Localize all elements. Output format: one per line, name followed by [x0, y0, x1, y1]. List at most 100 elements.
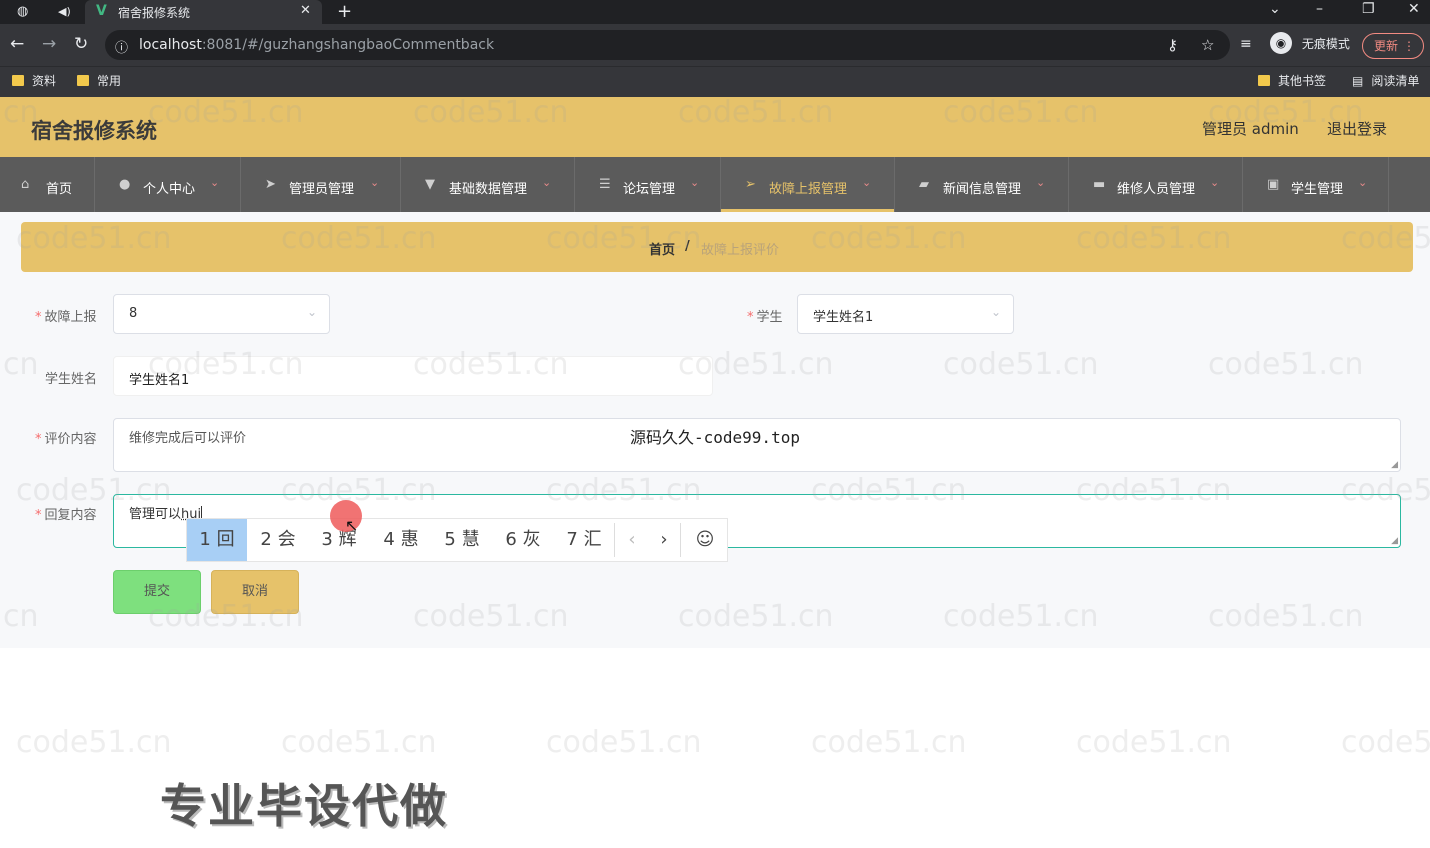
breadcrumb-home[interactable]: 首页: [649, 239, 675, 258]
resize-handle-icon[interactable]: ◢: [1391, 460, 1398, 470]
ime-candidate[interactable]: 4 惠: [371, 519, 431, 561]
incognito-label: 无痕模式: [1301, 36, 1350, 51]
ime-divider: [614, 523, 615, 557]
reading-list-icon: ▤: [1352, 74, 1364, 88]
ime-prev-icon[interactable]: ‹: [617, 519, 647, 561]
ime-candidate[interactable]: 7 汇: [554, 519, 614, 561]
browser-tab[interactable]: V 宿舍报修系统 ✕: [85, 0, 322, 24]
other-bookmarks[interactable]: 其他书签: [1258, 72, 1326, 89]
menu-item-admin[interactable]: ➤ 管理员管理 ⌄: [241, 157, 401, 212]
update-label: 更新: [1374, 39, 1399, 53]
watermark-text: code51.cn: [811, 725, 967, 760]
caret-down-icon: ⌄: [1210, 176, 1220, 189]
ime-candidate[interactable]: 5 慧: [432, 519, 492, 561]
chevron-down-icon: ⌄: [990, 305, 1001, 319]
bookmark-folder[interactable]: 资料: [12, 72, 56, 89]
folder-icon: [1258, 75, 1270, 86]
ime-candidate[interactable]: 6 灰: [493, 519, 553, 561]
caret-down-icon: ⌄: [862, 176, 872, 189]
cancel-button[interactable]: 取消: [211, 570, 299, 614]
caret-down-icon: ⌄: [210, 176, 220, 189]
ime-divider: [680, 523, 681, 557]
reading-list-icon[interactable]: ≡: [1240, 35, 1252, 53]
menu-label: 学生管理: [1291, 182, 1344, 197]
trophy-icon: ▼: [425, 177, 435, 192]
resize-handle-icon[interactable]: ◢: [1391, 536, 1398, 546]
bookmark-folder[interactable]: 常用: [77, 72, 121, 89]
url-box[interactable]: ⓘ localhost:8081/#/guzhangshangbaoCommen…: [105, 30, 1230, 60]
close-window-icon[interactable]: ✕: [1408, 1, 1420, 17]
caret-down-icon: ⌄: [542, 176, 552, 189]
chevron-down-icon[interactable]: ⌄: [1269, 1, 1281, 17]
promo-text: 专业毕设代做: [160, 779, 448, 833]
menu-item-forum[interactable]: ☰ 论坛管理 ⌄: [575, 157, 721, 212]
menu-label: 个人中心: [143, 182, 196, 197]
menu-item-repair-staff[interactable]: ▬ 维修人员管理 ⌄: [1069, 157, 1243, 212]
emoji-icon[interactable]: ☺: [683, 519, 727, 561]
globe-icon[interactable]: ◍: [17, 4, 28, 20]
menu-label: 首页: [46, 182, 73, 197]
key-icon[interactable]: ⚷: [1167, 36, 1178, 54]
menu-item-home[interactable]: ⌂ 首页: [0, 157, 95, 212]
comment-value: 维修完成后可以评价: [129, 431, 247, 446]
logout-link[interactable]: 退出登录: [1327, 118, 1387, 139]
incognito-badge[interactable]: ◉ 无痕模式: [1270, 32, 1350, 56]
wallet-icon: ▰: [919, 177, 929, 192]
watermark-text: code51.cn: [546, 725, 702, 760]
ime-next-icon[interactable]: ›: [649, 519, 679, 561]
watermark-text: code51.cn: [1076, 725, 1232, 760]
new-tab-icon[interactable]: +: [337, 1, 352, 22]
vue-logo-icon: V: [96, 3, 107, 19]
reload-icon[interactable]: ↻: [74, 35, 88, 53]
fault-select[interactable]: 8 ⌄: [113, 294, 330, 334]
update-button[interactable]: 更新 ⋮: [1362, 33, 1424, 59]
ime-candidate[interactable]: 1 回: [187, 519, 247, 561]
caret-down-icon: ⌄: [690, 176, 700, 189]
student-name-field[interactable]: 学生姓名1: [113, 356, 713, 396]
menu-item-basic-data[interactable]: ▼ 基础数据管理 ⌄: [401, 157, 575, 212]
navigation-icon: ➢: [745, 177, 756, 192]
restore-icon[interactable]: ❐: [1362, 1, 1375, 17]
reply-value: 管理可以: [129, 507, 182, 522]
admin-label: 管理员 admin: [1202, 120, 1299, 138]
menu-item-students[interactable]: ▣ 学生管理 ⌄: [1243, 157, 1389, 212]
watermark-text: code51.cn: [281, 725, 437, 760]
breadcrumb-current: 故障上报评价: [701, 243, 780, 258]
reading-list[interactable]: ▤ 阅读清单: [1352, 72, 1419, 89]
student-select[interactable]: 学生姓名1 ⌄: [797, 294, 1014, 334]
breadcrumb: 首页 / 故障上报评价: [21, 222, 1413, 272]
submit-button[interactable]: 提交: [113, 570, 201, 614]
chat-icon: ▣: [1267, 177, 1280, 192]
info-icon[interactable]: ⓘ: [115, 37, 128, 56]
star-icon[interactable]: ☆: [1201, 36, 1214, 54]
home-icon: ⌂: [21, 177, 30, 192]
forward-icon[interactable]: →: [42, 35, 56, 53]
comment-label: * 评价内容: [35, 432, 97, 447]
reply-label: * 回复内容: [35, 508, 97, 523]
back-icon[interactable]: ←: [10, 35, 24, 53]
folder-icon: [77, 75, 89, 86]
student-name-value: 学生姓名1: [129, 373, 190, 388]
folder-icon: [12, 75, 24, 86]
ime-candidate[interactable]: 2 会: [249, 519, 307, 561]
main-menu: ⌂ 首页 ● 个人中心 ⌄ ➤ 管理员管理 ⌄ ▼ 基础数据管理 ⌄ ☰ 论坛管…: [0, 157, 1430, 212]
address-bar: ← → ↻ ⓘ localhost:8081/#/guzhangshangbao…: [0, 24, 1430, 66]
menu-label: 管理员管理: [289, 182, 355, 197]
speaker-icon[interactable]: ◀): [58, 4, 71, 20]
menu-label: 故障上报管理: [769, 182, 848, 197]
user-icon: ●: [119, 177, 131, 192]
app-header: 宿舍报修系统 管理员 admin 退出登录: [0, 97, 1430, 157]
send-icon: ➤: [265, 177, 276, 192]
menu-label: 维修人员管理: [1117, 182, 1196, 197]
menu-item-news[interactable]: ▰ 新闻信息管理 ⌄: [895, 157, 1069, 212]
monitor-icon: ▬: [1093, 177, 1106, 192]
student-name-label: 学生姓名: [45, 372, 98, 387]
student-label: * 学生: [747, 310, 783, 325]
tab-close-icon[interactable]: ✕: [300, 3, 311, 18]
breadcrumb-separator: /: [685, 239, 690, 254]
chevron-down-icon: ⌄: [306, 305, 317, 319]
minimize-icon[interactable]: –: [1316, 1, 1323, 17]
menu-item-personal[interactable]: ● 个人中心 ⌄: [95, 157, 241, 212]
menu-item-fault-report[interactable]: ➢ 故障上报管理 ⌄: [721, 157, 895, 212]
url-text[interactable]: localhost:8081/#/guzhangshangbaoCommentb…: [139, 37, 494, 53]
